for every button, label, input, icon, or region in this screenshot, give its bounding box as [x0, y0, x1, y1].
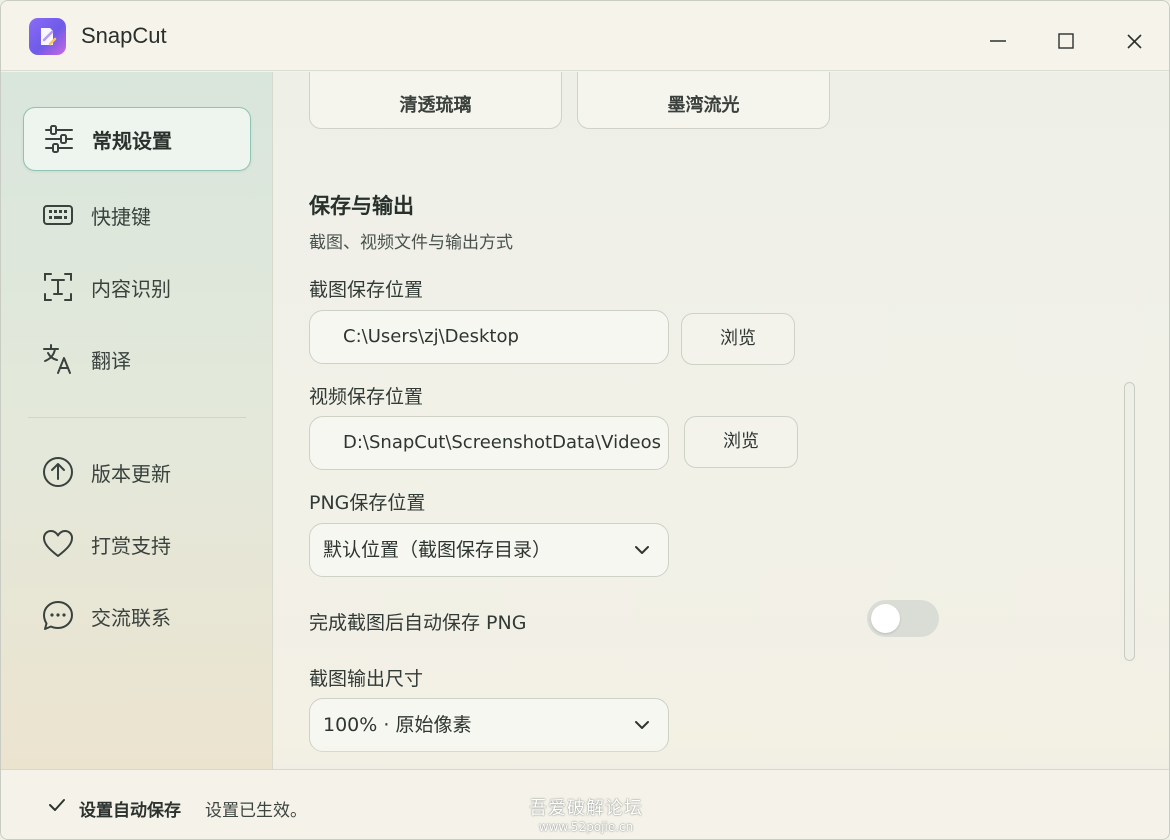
png-path-label: PNG保存位置 [309, 492, 426, 514]
theme-button-ink-bay[interactable]: 墨湾流光 [577, 72, 830, 129]
auto-save-png-label: 完成截图后自动保存 PNG [309, 612, 527, 634]
chevron-down-icon [635, 721, 649, 729]
sidebar-item-ocr[interactable]: 内容识别 [23, 255, 251, 319]
video-path-label: 视频保存位置 [309, 386, 424, 408]
sidebar-item-contact[interactable]: 交流联系 [23, 584, 251, 648]
chevron-down-icon [635, 546, 649, 554]
theme-button-clear-glass[interactable]: 清透琉璃 [309, 72, 562, 129]
toggle-knob [871, 604, 900, 633]
section-title: 保存与输出 [309, 194, 414, 218]
sidebar-item-label: 交流联系 [91, 605, 171, 630]
sidebar-item-label: 版本更新 [91, 461, 171, 486]
sidebar-item-label: 内容识别 [91, 276, 171, 301]
theme-button-label: 清透琉璃 [399, 95, 472, 116]
minimize-icon [990, 40, 1006, 42]
sidebar-item-shortcuts[interactable]: 快捷键 [23, 183, 251, 247]
heart-icon [43, 530, 73, 557]
content-fade [273, 745, 1169, 769]
chat-bubble-icon [43, 601, 73, 630]
keyboard-icon [43, 205, 73, 225]
arrow-up-circle-icon [43, 457, 73, 487]
status-message: 设置已生效。 [205, 801, 307, 821]
status-title: 设置自动保存 [79, 801, 181, 821]
sidebar-item-label: 常规设置 [92, 128, 172, 153]
check-icon [49, 799, 65, 811]
png-path-select[interactable]: 默认位置（截图保存目录） [309, 523, 669, 577]
sidebar-item-update[interactable]: 版本更新 [23, 440, 251, 504]
minimize-button[interactable] [978, 21, 1018, 61]
maximize-icon [1058, 33, 1074, 49]
theme-button-label: 墨湾流光 [667, 95, 740, 116]
translate-icon [43, 344, 71, 374]
app-logo-icon [29, 18, 66, 55]
output-size-selected: 100% · 原始像素 [323, 714, 472, 736]
close-button[interactable] [1114, 21, 1154, 61]
sidebar-divider [28, 417, 246, 418]
watermark: 吾爱破解论坛 www.52pojie.cn [529, 794, 643, 834]
watermark-sub: www.52pojie.cn [538, 820, 634, 834]
maximize-button[interactable] [1046, 21, 1086, 61]
text-scan-icon [44, 273, 72, 301]
settings-panel: 清透琉璃 墨湾流光 保存与输出 截图、视频文件与输出方式 截图保存位置 C:\U… [273, 72, 1169, 769]
section-subtitle: 截图、视频文件与输出方式 [309, 233, 513, 253]
sliders-icon [45, 125, 73, 153]
output-size-label: 截图输出尺寸 [309, 668, 424, 690]
watermark-main: 吾爱破解论坛 [529, 798, 643, 819]
output-size-select[interactable]: 100% · 原始像素 [309, 698, 669, 752]
sidebar-item-donate[interactable]: 打赏支持 [23, 512, 251, 576]
app-title: SnapCut [81, 23, 167, 48]
sidebar-item-label: 快捷键 [91, 204, 151, 229]
sidebar-item-general[interactable]: 常规设置 [23, 107, 251, 171]
app-window: SnapCut 常规设置 快捷键 内容识别 翻译 版本更新 打赏支持 交流联系 … [0, 0, 1170, 840]
close-icon [1127, 34, 1142, 49]
video-path-input[interactable]: D:\SnapCut\ScreenshotData\Videos [309, 416, 669, 470]
sidebar-item-translate[interactable]: 翻译 [23, 327, 251, 391]
auto-save-png-toggle[interactable] [867, 600, 939, 637]
sidebar-item-label: 打赏支持 [91, 533, 171, 558]
vertical-scrollbar[interactable] [1124, 382, 1135, 661]
sidebar-item-label: 翻译 [91, 348, 131, 373]
screenshot-path-input[interactable]: C:\Users\zj\Desktop [309, 310, 669, 364]
video-browse-button[interactable]: 浏览 [684, 416, 798, 468]
screenshot-browse-button[interactable]: 浏览 [681, 313, 795, 365]
status-bar: 设置自动保存 设置已生效。 吾爱破解论坛 www.52pojie.cn [1, 769, 1169, 839]
png-path-selected: 默认位置（截图保存目录） [323, 539, 552, 561]
screenshot-path-label: 截图保存位置 [309, 279, 424, 301]
sidebar: 常规设置 快捷键 内容识别 翻译 版本更新 打赏支持 交流联系 [1, 72, 273, 769]
title-bar: SnapCut [1, 1, 1169, 71]
